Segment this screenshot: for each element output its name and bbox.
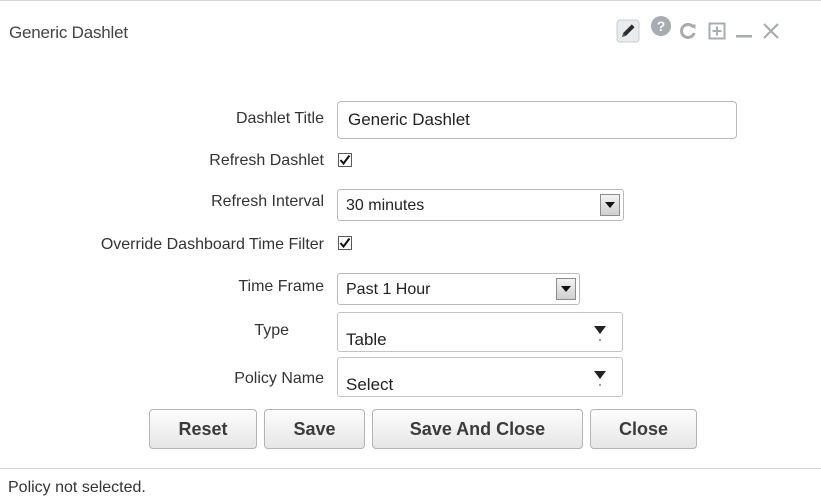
type-value: Table <box>346 330 387 349</box>
dashlet-title-input[interactable] <box>337 101 737 139</box>
refresh-icon[interactable] <box>677 18 699 44</box>
maximize-icon[interactable] <box>706 18 728 44</box>
override-time-filter-label: Override Dashboard Time Filter <box>100 236 324 253</box>
chevron-down-icon[interactable] <box>592 321 608 343</box>
chevron-down-icon[interactable] <box>592 366 608 388</box>
close-icon[interactable] <box>759 18 783 44</box>
refresh-dashlet-checkbox[interactable] <box>338 153 352 167</box>
policy-name-select[interactable]: Select <box>337 357 623 397</box>
save-button[interactable]: Save <box>264 409 365 449</box>
status-bar: Policy not selected. <box>0 468 821 503</box>
override-time-filter-checkbox[interactable] <box>338 236 352 250</box>
dashlet-title-label: Dashlet Title <box>235 110 324 127</box>
type-label: Type <box>254 322 289 339</box>
dashlet-title: Generic Dashlet <box>9 23 128 42</box>
refresh-interval-label: Refresh Interval <box>211 193 324 210</box>
minimize-icon[interactable] <box>733 18 755 44</box>
svg-text:?: ? <box>657 18 666 34</box>
refresh-interval-value: 30 minutes <box>346 197 425 214</box>
type-select[interactable]: Table <box>337 312 623 352</box>
save-and-close-button[interactable]: Save And Close <box>372 409 583 449</box>
pencil-icon[interactable] <box>615 18 641 44</box>
dashlet-title-bar: Generic Dashlet ? <box>0 1 821 61</box>
time-frame-select[interactable]: Past 1 Hour <box>337 273 580 305</box>
dropdown-arrow-icon[interactable] <box>556 278 576 300</box>
checkmark-icon <box>339 154 351 166</box>
status-message: Policy not selected. <box>8 479 146 496</box>
time-frame-label: Time Frame <box>238 278 324 295</box>
checkmark-icon <box>339 237 351 249</box>
help-icon[interactable]: ? <box>649 13 673 39</box>
dashlet-panel: Generic Dashlet ? Dashlet Title Generic … <box>0 0 821 503</box>
refresh-interval-select[interactable]: 30 minutes <box>337 189 624 221</box>
dashlet-toolbar: ? <box>615 16 815 48</box>
time-frame-value: Past 1 Hour <box>346 281 431 298</box>
refresh-dashlet-label: Refresh Dashlet <box>209 152 324 169</box>
policy-name-label: Policy Name <box>234 370 324 387</box>
close-button[interactable]: Close <box>590 409 697 449</box>
dropdown-arrow-icon[interactable] <box>600 194 620 216</box>
reset-button[interactable]: Reset <box>149 409 257 449</box>
policy-name-value: Select <box>346 375 394 394</box>
